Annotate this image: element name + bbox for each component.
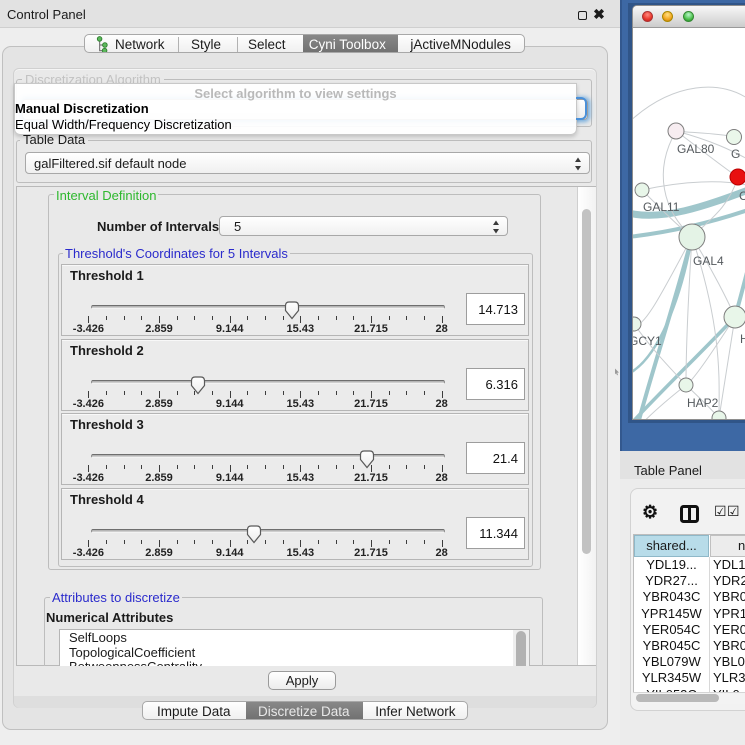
svg-text:GAL4: GAL4	[693, 254, 724, 268]
svg-text:H: H	[740, 332, 745, 346]
svg-text:C: C	[739, 189, 745, 203]
svg-text:HAP2: HAP2	[687, 396, 719, 410]
svg-text:GAL11: GAL11	[643, 200, 680, 214]
svg-text:GCY1: GCY1	[633, 334, 662, 348]
svg-text:GAL80: GAL80	[677, 142, 715, 156]
svg-text:G: G	[731, 147, 740, 161]
